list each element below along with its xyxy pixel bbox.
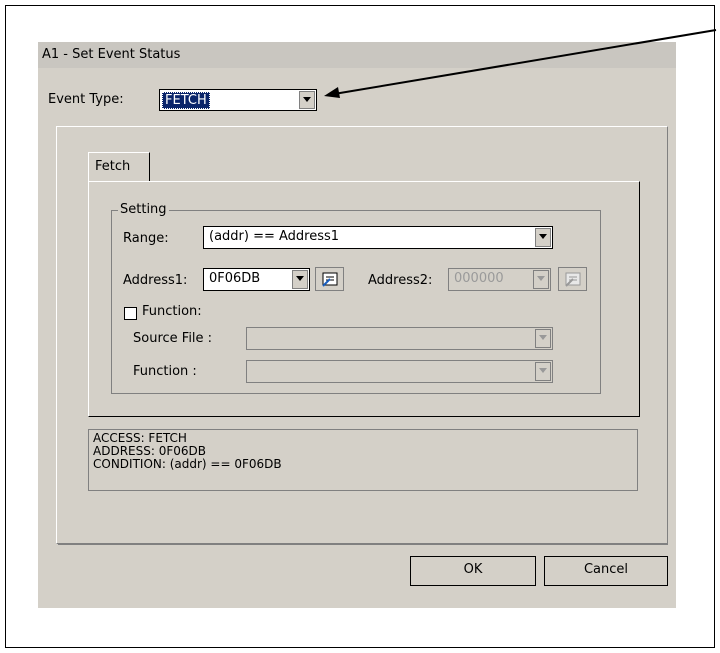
callout-arrow — [324, 29, 717, 98]
